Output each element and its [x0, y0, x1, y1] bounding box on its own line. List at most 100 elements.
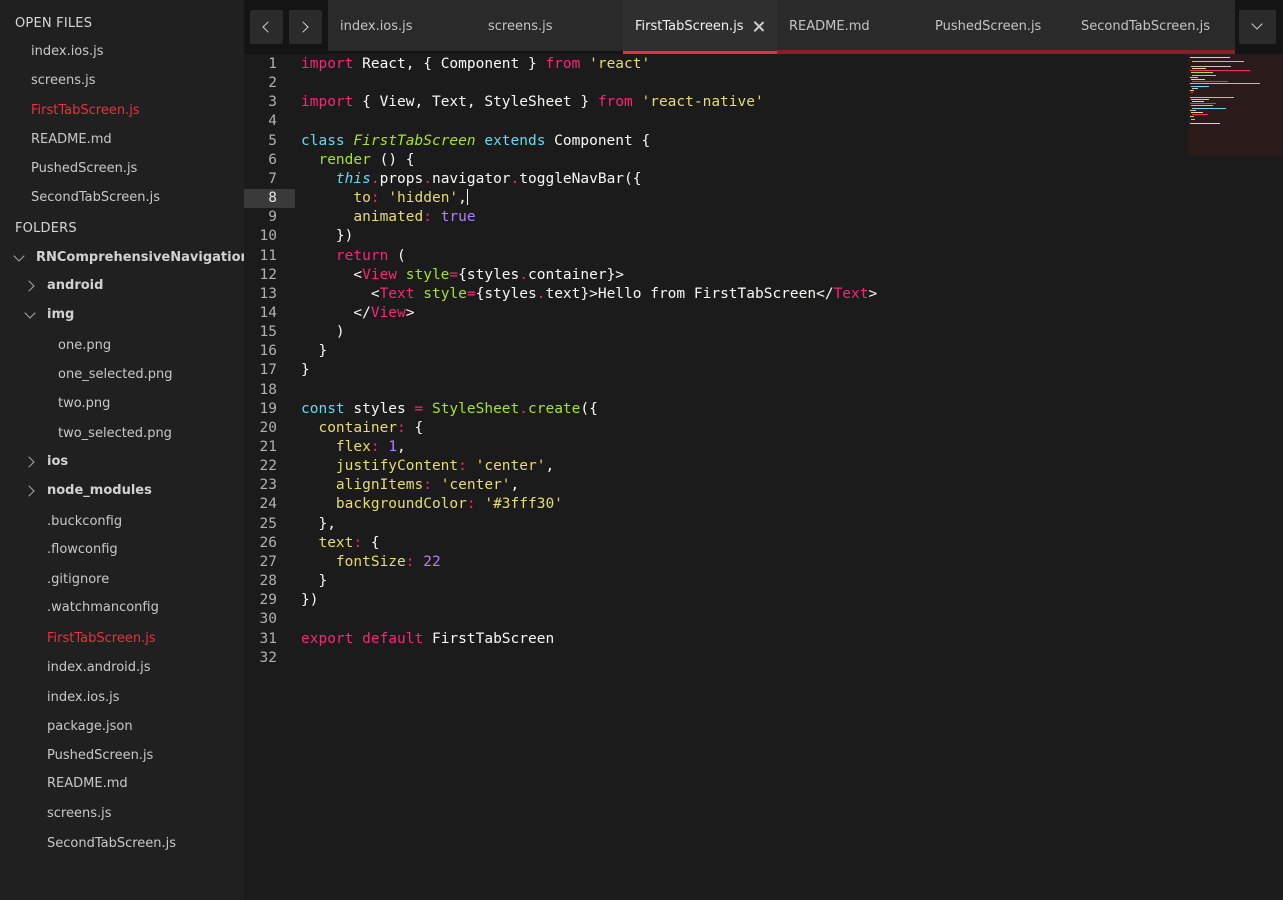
- code-line[interactable]: render () {: [301, 151, 414, 170]
- open-file-item[interactable]: index.ios.js: [31, 44, 104, 59]
- code-token: }: [301, 362, 310, 379]
- code-line[interactable]: to: 'hidden',: [301, 189, 468, 208]
- file-item[interactable]: .gitignore: [47, 572, 109, 587]
- file-item[interactable]: PushedScreen.js: [47, 748, 153, 763]
- file-item[interactable]: one.png: [58, 338, 111, 353]
- code-line[interactable]: import { View, Text, StyleSheet } from '…: [301, 93, 764, 112]
- code-token: ): [301, 324, 345, 341]
- tab-menu-button[interactable]: [1239, 10, 1276, 44]
- code-line[interactable]: ): [301, 323, 345, 342]
- file-item[interactable]: .buckconfig: [47, 514, 122, 529]
- forward-button[interactable]: [289, 10, 322, 44]
- file-item[interactable]: .flowconfig: [47, 542, 118, 557]
- code-token: .: [519, 400, 529, 417]
- file-item[interactable]: README.md: [47, 776, 128, 791]
- file-item[interactable]: index.android.js: [47, 660, 151, 675]
- minimap-line: [1191, 92, 1193, 94]
- folders-header: FOLDERS: [15, 221, 77, 236]
- tab[interactable]: README.md: [777, 0, 923, 51]
- code-line[interactable]: animated: true: [301, 208, 475, 227]
- code-token: =: [414, 400, 424, 417]
- line-number: 14: [259, 304, 277, 321]
- code-token: ,: [397, 439, 406, 455]
- chevron-down-icon[interactable]: [13, 250, 25, 262]
- code-line[interactable]: },: [301, 515, 335, 534]
- code-line[interactable]: import React, { Component } from 'react': [301, 55, 650, 74]
- open-file-item[interactable]: README.md: [31, 132, 112, 147]
- code-line[interactable]: export default FirstTabScreen: [301, 630, 554, 649]
- tab[interactable]: PushedScreen.js: [923, 0, 1069, 51]
- code-line[interactable]: }: [301, 361, 310, 380]
- tab[interactable]: screens.js: [476, 0, 623, 51]
- code-line[interactable]: const styles = StyleSheet.create({: [301, 400, 598, 419]
- code-line[interactable]: flex: 1,: [301, 438, 406, 457]
- chevron-right-icon[interactable]: [23, 456, 35, 468]
- open-file-item[interactable]: SecondTabScreen.js: [31, 190, 160, 205]
- line-number: 5: [268, 132, 277, 149]
- code-editor[interactable]: 1 2 3 4 5 6 7 8 9 10 11 12 13 14 15 16 17 18 19 20 21 22 23 24 2…: [244, 54, 1283, 900]
- code-line[interactable]: container: {: [301, 419, 423, 438]
- folder-root[interactable]: RNComprehensiveNavigation: [36, 250, 250, 265]
- code-line[interactable]: return (: [301, 247, 406, 266]
- code-line[interactable]: text: {: [301, 534, 379, 553]
- code-line[interactable]: }: [301, 342, 327, 361]
- code-line[interactable]: }): [301, 591, 318, 610]
- chevron-right-icon[interactable]: [23, 485, 35, 497]
- code-line[interactable]: <Text style={styles.text}>Hello from Fir…: [301, 285, 877, 304]
- file-item[interactable]: screens.js: [47, 806, 112, 821]
- code-token: FirstTabScreen: [423, 630, 555, 647]
- line-number: 8: [244, 189, 295, 209]
- open-file-item[interactable]: PushedScreen.js: [31, 161, 137, 176]
- code-line[interactable]: fontSize: 22: [301, 553, 441, 572]
- file-item-active[interactable]: FirstTabScreen.js: [47, 631, 156, 646]
- back-button[interactable]: [250, 10, 283, 44]
- code-token: :: [405, 553, 415, 570]
- code-line[interactable]: }: [301, 572, 327, 591]
- file-item[interactable]: two_selected.png: [58, 426, 172, 441]
- tab-active[interactable]: FirstTabScreen.js: [623, 0, 777, 54]
- code-line[interactable]: justifyContent: 'center',: [301, 457, 554, 476]
- file-item[interactable]: .watchmanconfig: [47, 600, 159, 615]
- tab-label: PushedScreen.js: [935, 19, 1042, 34]
- code-line[interactable]: backgroundColor: '#3fff30': [301, 495, 563, 514]
- file-item[interactable]: one_selected.png: [58, 367, 172, 382]
- file-item[interactable]: two.png: [58, 396, 110, 411]
- code-token: :: [353, 534, 363, 551]
- code-line[interactable]: class FirstTabScreen extends Component {: [301, 132, 650, 151]
- file-item[interactable]: SecondTabScreen.js: [47, 836, 176, 851]
- line-number: 10: [259, 228, 277, 245]
- code-line[interactable]: alignItems: 'center',: [301, 476, 519, 495]
- minimap[interactable]: [1188, 54, 1283, 156]
- folder-ios[interactable]: ios: [47, 454, 68, 469]
- folder-node-modules[interactable]: node_modules: [47, 483, 152, 498]
- close-icon[interactable]: [753, 20, 765, 32]
- code-line[interactable]: <View style={styles.container}>: [301, 266, 624, 285]
- folder-img[interactable]: img: [47, 307, 74, 322]
- code-token: backgroundColor: [335, 496, 467, 513]
- minimap-line: [1191, 72, 1213, 74]
- code-token: this: [335, 170, 371, 187]
- tab[interactable]: index.ios.js: [328, 0, 476, 51]
- open-file-item-active[interactable]: FirstTabScreen.js: [31, 103, 140, 118]
- minimap-line: [1192, 107, 1226, 109]
- minimap-line: [1191, 79, 1205, 80]
- chevron-right-icon: [297, 21, 309, 33]
- folder-android[interactable]: android: [47, 278, 103, 293]
- tab[interactable]: SecondTabScreen.js: [1069, 0, 1235, 51]
- code-line[interactable]: </View>: [301, 304, 414, 323]
- code-line[interactable]: }): [301, 227, 353, 246]
- code-token: ,: [545, 458, 555, 475]
- open-file-item[interactable]: screens.js: [31, 73, 96, 88]
- line-number: 9: [268, 209, 277, 226]
- code-token: toggleNavBar({: [519, 170, 642, 187]
- code-line[interactable]: this.props.navigator.toggleNavBar({: [301, 170, 642, 189]
- chevron-right-icon[interactable]: [23, 280, 35, 292]
- file-item[interactable]: package.json: [47, 719, 133, 734]
- code-token: :: [458, 458, 467, 475]
- chevron-down-icon[interactable]: [24, 307, 36, 319]
- file-item[interactable]: index.ios.js: [47, 690, 120, 705]
